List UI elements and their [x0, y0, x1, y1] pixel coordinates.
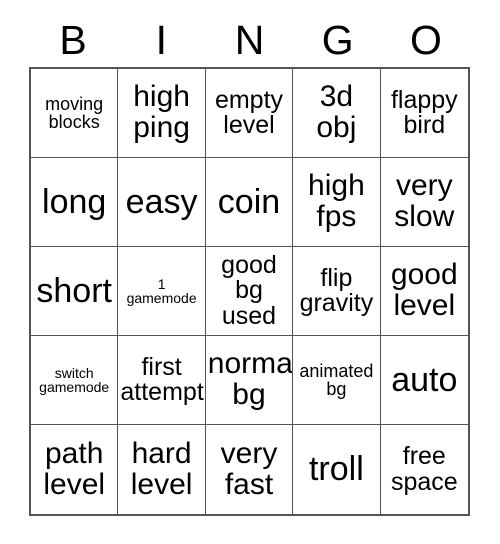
bingo-cell-label: high ping: [133, 80, 190, 144]
bingo-cell[interactable]: flip gravity: [293, 247, 381, 336]
bingo-cell-label: normal bg: [207, 347, 294, 411]
bingo-cell-label: coin: [217, 182, 281, 221]
bingo-cell-label: flappy bird: [390, 85, 458, 139]
bingo-cell-label: 3d obj: [316, 80, 357, 144]
bingo-cell-label: moving blocks: [45, 93, 104, 132]
bingo-cell-label: 1 gamemode: [126, 275, 197, 306]
bingo-cell-label: auto: [391, 360, 458, 399]
bingo-cell[interactable]: very fast: [205, 425, 294, 514]
bingo-cell[interactable]: good bg used: [205, 247, 294, 336]
bingo-cell-label: path level: [43, 436, 106, 501]
bingo-cell[interactable]: 3d obj: [293, 69, 381, 158]
bingo-cell[interactable]: moving blocks: [31, 69, 119, 158]
bingo-cell[interactable]: free space: [380, 425, 468, 514]
bingo-cell-label: very slow: [394, 169, 455, 233]
bingo-cell-label: very fast: [220, 436, 278, 501]
bingo-cell-label: good level: [390, 258, 458, 322]
bingo-cell[interactable]: hard level: [118, 425, 206, 514]
bingo-cell-label: empty level: [214, 85, 284, 139]
bingo-cell[interactable]: high ping: [118, 69, 206, 158]
bingo-cell-label: easy: [125, 182, 198, 221]
bingo-grid: moving blocks high ping empty level 3d o…: [29, 67, 470, 516]
bingo-cell[interactable]: 1 gamemode: [118, 247, 206, 336]
bingo-cell-label: hard level: [130, 436, 193, 501]
bingo-cell[interactable]: short: [31, 247, 119, 336]
bingo-cell[interactable]: empty level: [205, 69, 294, 158]
bingo-header: B I N G O: [29, 14, 470, 66]
bingo-cell-label: animated bg: [299, 360, 374, 399]
bingo-cell-label: high fps: [308, 169, 365, 233]
bingo-cell[interactable]: long: [31, 158, 119, 247]
bingo-cell[interactable]: troll: [293, 425, 381, 514]
bingo-cell-label: free space: [390, 442, 458, 496]
bingo-cell[interactable]: auto: [380, 336, 468, 425]
bingo-cell-label: flip gravity: [299, 263, 374, 317]
bingo-cell[interactable]: easy: [118, 158, 206, 247]
bingo-cell[interactable]: high fps: [293, 158, 381, 247]
bingo-card: B I N G O moving blocks high ping empty …: [0, 0, 500, 544]
bingo-cell[interactable]: path level: [31, 425, 119, 514]
bingo-cell-label: switch gamemode: [39, 364, 110, 395]
bingo-cell[interactable]: flappy bird: [380, 69, 468, 158]
bingo-cell-label: troll: [308, 450, 364, 489]
bingo-cell-label: short: [36, 271, 112, 310]
bingo-cell-label: first attempt: [120, 352, 204, 406]
bingo-cell[interactable]: very slow: [380, 158, 468, 247]
header-letter-i: I: [155, 16, 167, 63]
bingo-cell-label: good bg used: [221, 250, 277, 330]
header-letter-g: G: [321, 16, 354, 63]
header-letter-b: B: [59, 16, 87, 63]
bingo-cell[interactable]: switch gamemode: [31, 336, 119, 425]
bingo-cell[interactable]: first attempt: [118, 336, 206, 425]
bingo-cell-label: long: [42, 182, 107, 221]
bingo-cell[interactable]: animated bg: [293, 336, 381, 425]
bingo-cell[interactable]: coin: [205, 158, 294, 247]
bingo-cell[interactable]: good level: [380, 247, 468, 336]
header-letter-n: N: [234, 16, 265, 63]
bingo-cell[interactable]: normal bg: [205, 336, 294, 425]
header-letter-o: O: [409, 16, 442, 63]
